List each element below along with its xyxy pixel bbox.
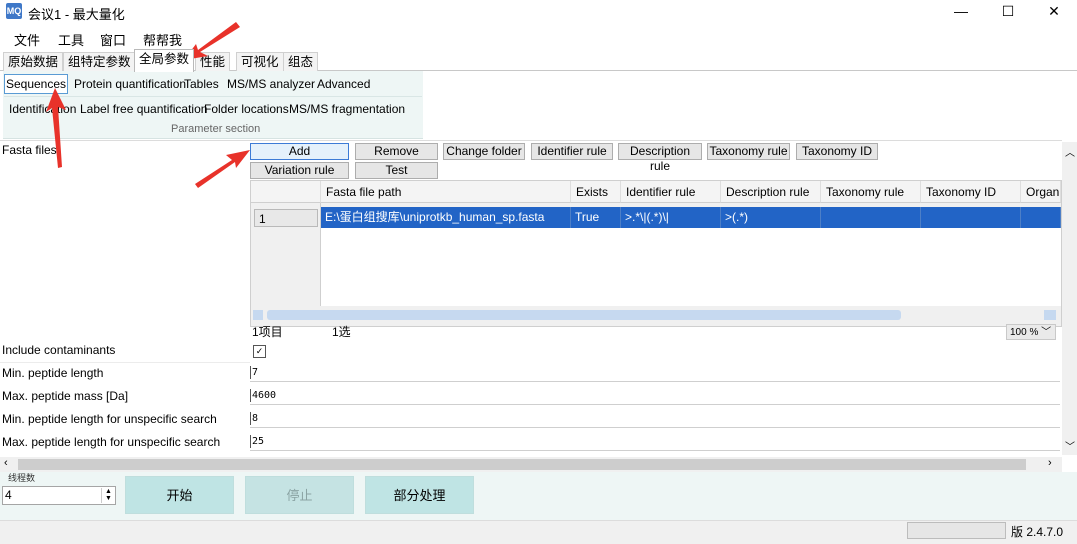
arrow-to-sequences: [46, 88, 66, 168]
annotation-arrows: [46, 22, 250, 188]
tab-global-parameters[interactable]: 全局参数: [134, 49, 195, 72]
arrow-to-add: [195, 150, 250, 188]
